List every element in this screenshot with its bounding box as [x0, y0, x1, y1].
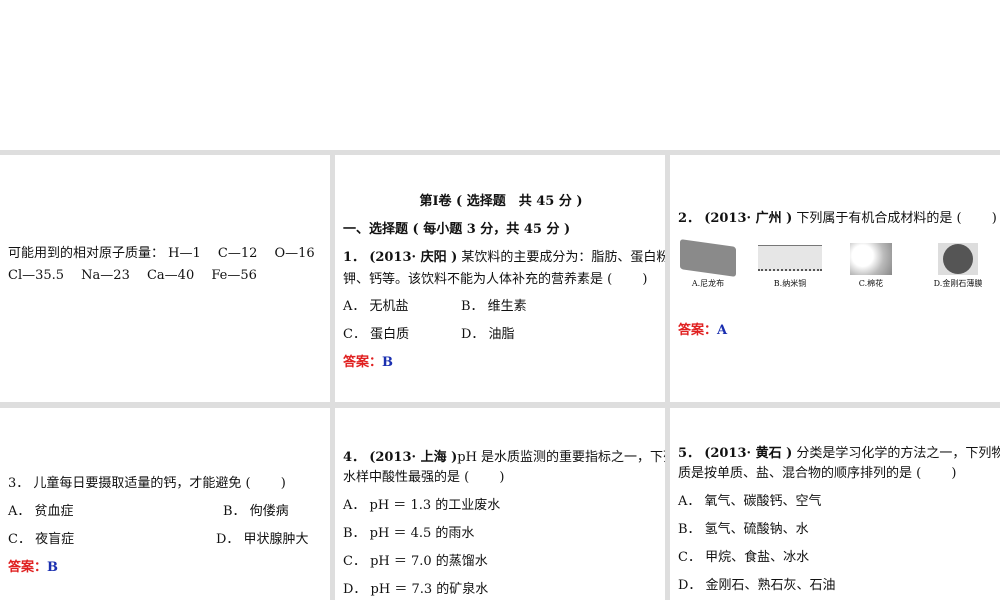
answer-label: 答案： [8, 560, 48, 575]
nano-copper-image [758, 245, 822, 271]
options-row-1: A． 贫血症 B． 佝偻病 [8, 498, 324, 525]
question-number: 1． [343, 250, 366, 265]
caption-b: B.纳米铜 [773, 279, 807, 288]
option-b[interactable]: B． 佝偻病 [223, 498, 289, 525]
question-text: 某饮料的主要成分为：脂肪、蛋白粉、 [457, 250, 665, 265]
question-1-line2: 钾、钙等。该饮料不能为人体补充的营养素是 ( ) [343, 272, 648, 287]
question-text: 分类是学习化学的方法之一，下列物 [792, 446, 1000, 461]
question-source: (2013· 庆阳 ) [369, 250, 458, 265]
option-a[interactable]: A． 无机盐 [343, 293, 461, 320]
option-d[interactable]: D． pH ＝ 7.3 的矿泉水 [343, 576, 659, 600]
question-text: pH 是水质监测的重要指标之一，下列 [457, 450, 665, 465]
caption-a: A.尼龙布 [691, 279, 725, 288]
option-b[interactable]: B． 氢气、硫酸钠、水 [678, 516, 994, 543]
option-a[interactable]: A． pH ＝ 1.3 的工业废水 [343, 492, 659, 519]
slide-question-3[interactable]: 3． 儿童每日要摄取适量的钙，才能避免 ( ) A． 贫血症 B． 佝偻病 C． … [0, 408, 330, 600]
section-heading: 一、选择题 ( 每小题 3 分，共 45 分 ) [343, 222, 571, 237]
answer: 答案：B [343, 349, 659, 376]
answer: 答案：A [678, 317, 994, 344]
diamond-film-image [938, 243, 978, 275]
caption-c: C.棉花 [858, 279, 884, 288]
question-4-line2: 水样中酸性最强的是 ( ) [343, 470, 505, 485]
option-b[interactable]: B． 维生素 [461, 293, 527, 320]
answer-value: B [47, 560, 59, 575]
question-number: 4． [343, 450, 366, 465]
options-row-2: C． 夜盲症 D． 甲状腺肿大 [8, 526, 324, 553]
answer-label: 答案： [343, 355, 383, 370]
blank-header-area [0, 0, 1000, 150]
question-2: 2． (2013· 广州 ) 下列属于有机合成材料的是 ( ) [678, 205, 997, 232]
option-c[interactable]: C． pH ＝ 7.0 的蒸馏水 [343, 548, 659, 575]
exam-part-heading: 第Ⅰ卷 ( 选择题 共 45 分 ) [419, 194, 583, 209]
answer: 答案：B [8, 554, 324, 581]
option-c[interactable]: C． 甲烷、食盐、冰水 [678, 544, 994, 571]
option-d[interactable]: D． 油脂 [461, 321, 515, 348]
slide-question-1[interactable]: 第Ⅰ卷 ( 选择题 共 45 分 ) 一、选择题 ( 每小题 3 分，共 45 … [335, 155, 665, 402]
option-b[interactable]: B． pH ＝ 4.5 的雨水 [343, 520, 659, 547]
options-row-2: C． 蛋白质 D． 油脂 [343, 321, 659, 348]
question-source: (2013· 黄石 ) [704, 446, 793, 461]
slide-question-4[interactable]: 4． (2013· 上海 )pH 是水质监测的重要指标之一，下列 水样中酸性最强… [335, 408, 665, 600]
slide-question-5[interactable]: 5． (2013· 黄石 ) 分类是学习化学的方法之一，下列物 质是按单质、盐、… [670, 408, 1000, 600]
atomic-masses-line1: 可能用到的相对原子质量： H—1 C—12 O—16 [8, 246, 315, 261]
question-source: (2013· 上海 ) [369, 450, 458, 465]
option-c[interactable]: C． 蛋白质 [343, 321, 461, 348]
caption-d: D.金刚石薄膜 [933, 279, 983, 288]
options-row-1: A． 无机盐 B． 维生素 [343, 293, 659, 320]
nylon-cloth-image [680, 239, 736, 277]
atomic-masses-line2: Cl—35.5 Na—23 Ca—40 Fe—56 [8, 268, 257, 283]
slide-question-2[interactable]: 2． (2013· 广州 ) 下列属于有机合成材料的是 ( ) A.尼龙布 B.… [670, 155, 1000, 402]
question-5-line2: 质是按单质、盐、混合物的顺序排列的是 ( ) [678, 466, 957, 481]
question-text: 下列属于有机合成材料的是 ( ) [792, 211, 997, 226]
question-3: 3． 儿童每日要摄取适量的钙，才能避免 ( ) [8, 476, 286, 491]
option-a[interactable]: A． 氧气、碳酸钙、空气 [678, 488, 994, 515]
question-number: 2． [678, 211, 701, 226]
atomic-masses: 可能用到的相对原子质量： H—1 C—12 O—16 Cl—35.5 Na—23… [8, 243, 324, 287]
question-number: 5． [678, 446, 701, 461]
option-a[interactable]: A． 贫血症 [8, 498, 223, 525]
cotton-image [850, 243, 892, 275]
option-d[interactable]: D． 甲状腺肿大 [216, 526, 309, 553]
option-d[interactable]: D． 金刚石、熟石灰、石油 [678, 572, 994, 599]
slide-atomic-masses[interactable]: 可能用到的相对原子质量： H—1 C—12 O—16 Cl—35.5 Na—23… [0, 155, 330, 402]
answer-label: 答案： [678, 323, 718, 338]
answer-value: B [382, 355, 394, 370]
option-c[interactable]: C． 夜盲症 [8, 526, 216, 553]
question-source: (2013· 广州 ) [704, 211, 793, 226]
answer-value: A [717, 323, 728, 338]
